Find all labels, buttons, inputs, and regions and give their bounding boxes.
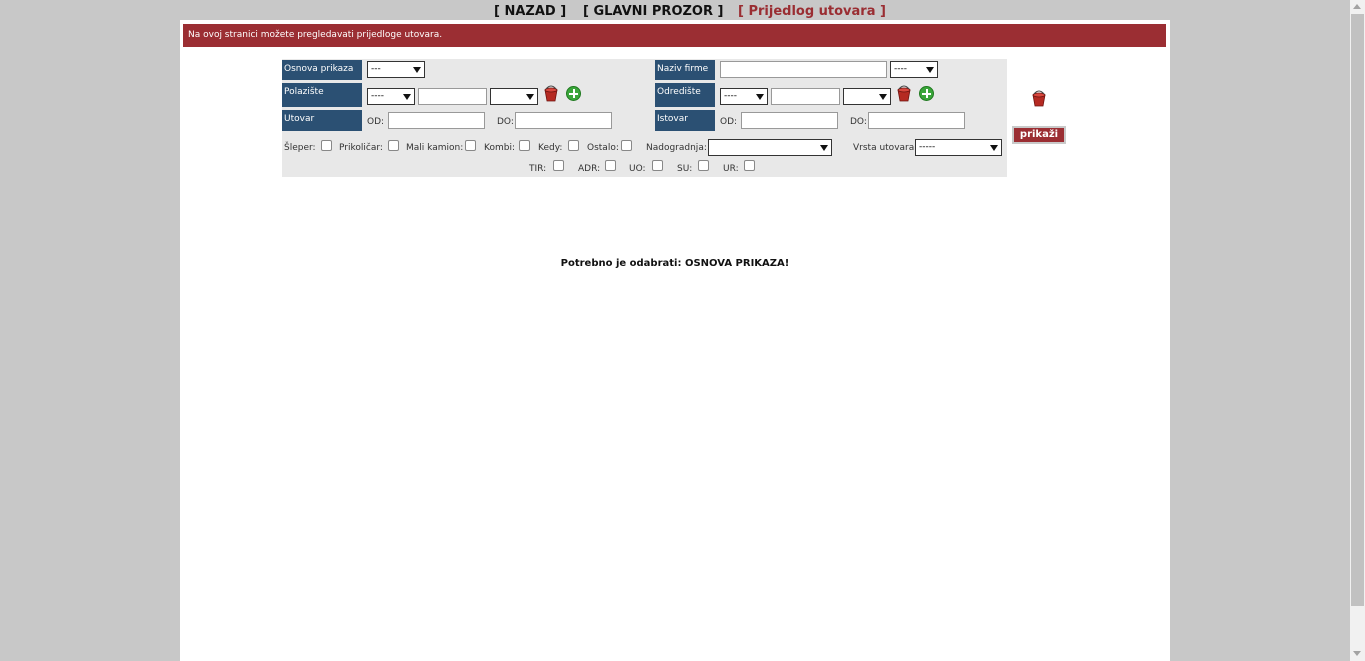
add-icon[interactable] (919, 86, 934, 101)
su-checkbox[interactable] (698, 160, 709, 171)
ostalo-checkbox[interactable] (621, 140, 632, 151)
filter-panel: Osnova prikaza --- Naziv firme ---- Pola… (282, 59, 1007, 177)
scroll-down-icon[interactable] (1353, 651, 1361, 656)
adr-checkbox[interactable] (605, 160, 616, 171)
utovar-od-input[interactable] (388, 112, 485, 129)
vehicle-label: Kedy: (538, 143, 563, 153)
nav-current-page: [ Prijedlog utovara ] (738, 4, 886, 19)
istovar-do-input[interactable] (868, 112, 965, 129)
main-panel: Na ovoj stranici možete pregledavati pri… (180, 20, 1170, 661)
polaziste-input[interactable] (418, 88, 487, 105)
polaziste-label: Polazište (282, 83, 362, 107)
tir-checkbox[interactable] (553, 160, 564, 171)
polaziste-region-select[interactable] (490, 88, 538, 105)
nadogradnja-select[interactable] (708, 139, 832, 156)
sleper-checkbox[interactable] (321, 140, 332, 151)
osnova-prikaza-select[interactable]: --- (367, 61, 425, 78)
vehicle-label: Šleper: (284, 143, 316, 153)
naziv-firme-label: Naziv firme (655, 60, 715, 80)
nav-back-link[interactable]: [ NAZAD ] (494, 4, 566, 19)
kedy-checkbox[interactable] (568, 140, 579, 151)
osnova-prikaza-label: Osnova prikaza (282, 60, 362, 80)
vrsta-utovara-select[interactable]: ----- (915, 139, 1002, 156)
validation-message: Potrebno je odabrati: OSNOVA PRIKAZA! (560, 258, 790, 269)
ur-checkbox[interactable] (744, 160, 755, 171)
utovar-do-label: DO: (497, 117, 514, 127)
bucket-icon[interactable] (896, 85, 912, 102)
show-button[interactable]: prikaži (1012, 126, 1066, 144)
vehicle-label: Ostalo: (587, 143, 619, 153)
vehicle-label: Prikoličar: (339, 143, 383, 153)
vehicle-label: Kombi: (484, 143, 515, 153)
mali-kamion-checkbox[interactable] (465, 140, 476, 151)
vehicle-label: Mali kamion: (406, 143, 464, 153)
utovar-label: Utovar (282, 110, 362, 131)
uo-checkbox[interactable] (652, 160, 663, 171)
istovar-label: Istovar (655, 110, 715, 131)
prikolicar-checkbox[interactable] (388, 140, 399, 151)
naziv-firme-input[interactable] (720, 61, 887, 78)
extra-label: SU: (677, 164, 693, 174)
polaziste-country-select[interactable]: ---- (367, 88, 415, 105)
istovar-od-input[interactable] (741, 112, 838, 129)
add-icon[interactable] (566, 86, 581, 101)
istovar-od-label: OD: (720, 117, 738, 127)
nadogradnja-label: Nadogradnja: (646, 143, 707, 153)
vrsta-utovara-label: Vrsta utovara: (853, 143, 918, 153)
extra-label: UO: (629, 164, 646, 174)
naziv-firme-select[interactable]: ---- (890, 61, 938, 78)
extra-label: UR: (723, 164, 739, 174)
odrediste-country-select[interactable]: ---- (720, 88, 768, 105)
odrediste-input[interactable] (771, 88, 840, 105)
utovar-do-input[interactable] (515, 112, 612, 129)
scroll-up-icon[interactable] (1353, 4, 1361, 9)
clear-all-bucket-icon[interactable] (1031, 90, 1047, 107)
istovar-do-label: DO: (850, 117, 867, 127)
top-navigation: [ NAZAD ] [ GLAVNI PROZOR ] [ Prijedlog … (0, 4, 1350, 20)
nav-main-window-link[interactable]: [ GLAVNI PROZOR ] (583, 4, 723, 19)
odrediste-label: Odredište (655, 83, 715, 107)
bucket-icon[interactable] (543, 85, 559, 102)
info-banner: Na ovoj stranici možete pregledavati pri… (183, 24, 1166, 47)
utovar-od-label: OD: (367, 117, 385, 127)
scrollbar-thumb[interactable] (1351, 14, 1364, 606)
odrediste-region-select[interactable] (843, 88, 891, 105)
extra-label: ADR: (578, 164, 601, 174)
extra-label: TIR: (529, 164, 547, 174)
kombi-checkbox[interactable] (519, 140, 530, 151)
